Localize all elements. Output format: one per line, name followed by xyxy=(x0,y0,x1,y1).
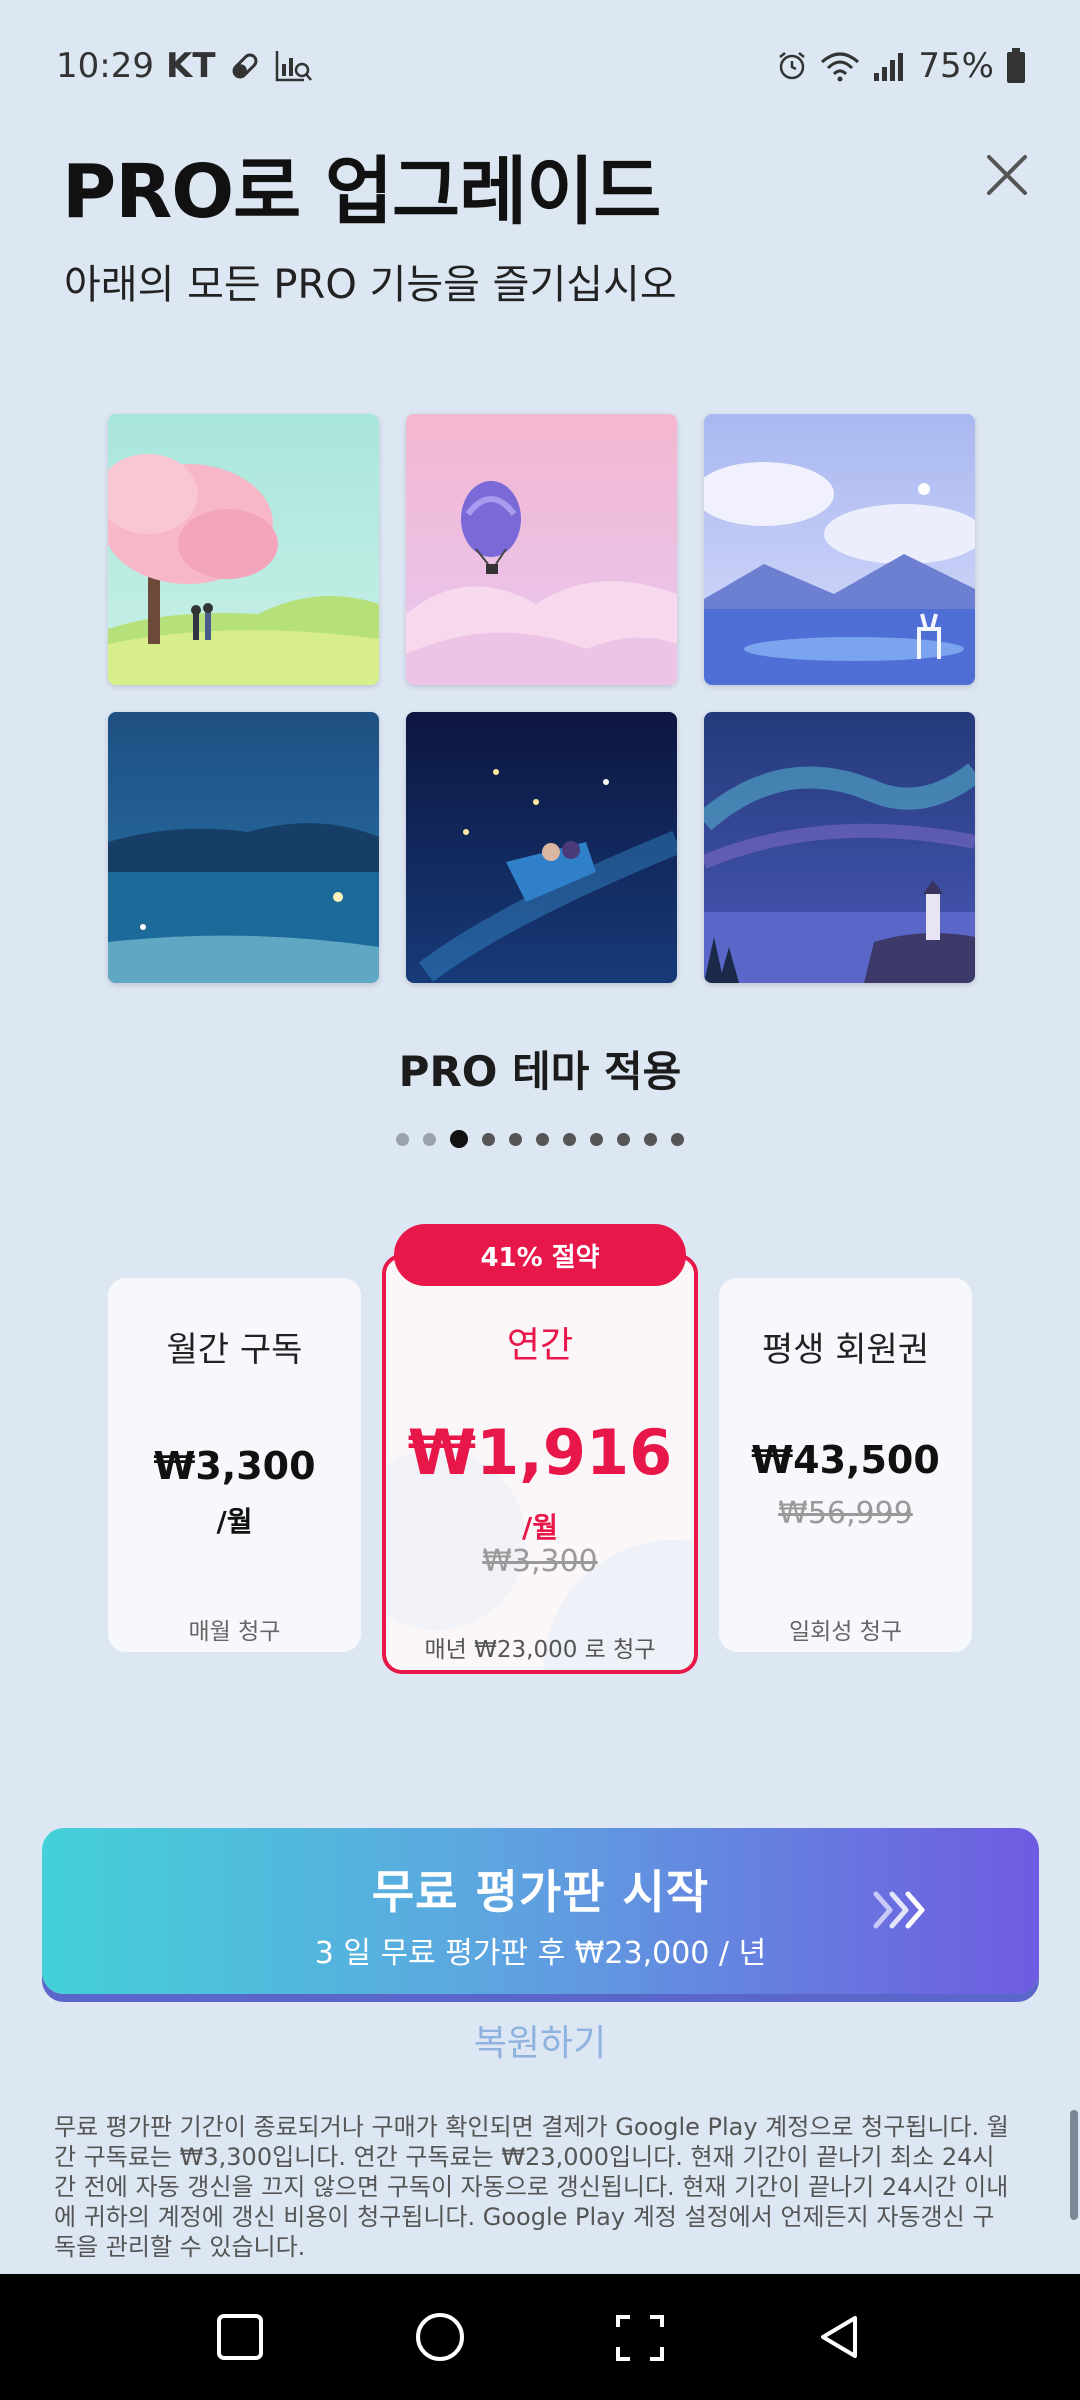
signal-icon xyxy=(872,51,906,81)
crescent-moon-theme[interactable] xyxy=(108,712,379,983)
chevrons-right-icon xyxy=(873,1891,925,1929)
back-button[interactable] xyxy=(800,2297,880,2377)
plan-price: ₩43,500 xyxy=(751,1438,940,1482)
carousel-dot-active[interactable] xyxy=(450,1130,468,1148)
screenshot-button[interactable] xyxy=(600,2297,680,2377)
capture-frame-icon xyxy=(616,2315,664,2361)
page-title: PRO로 업그레이드 xyxy=(62,149,661,235)
carousel-dot[interactable] xyxy=(617,1132,630,1146)
theme-grid xyxy=(108,414,976,983)
status-bar: 10:29 KT 75% xyxy=(0,0,1080,132)
carousel-dot[interactable] xyxy=(563,1132,576,1146)
carousel-dot[interactable] xyxy=(482,1132,495,1146)
plan-name: 월간 구독 xyxy=(166,1330,303,1370)
plan-price: ₩3,300 xyxy=(153,1444,316,1488)
recent-apps-button[interactable] xyxy=(200,2297,280,2377)
pill-icon xyxy=(228,49,262,83)
status-right: 75% xyxy=(776,46,1026,86)
scrollbar-thumb[interactable] xyxy=(1070,2110,1078,2220)
plan-billing-note: 매월 청구 xyxy=(188,1619,281,1645)
plan-original-price: ₩56,999 xyxy=(778,1496,913,1531)
home-button[interactable] xyxy=(400,2297,480,2377)
plan-billing-note: 매년 ₩23,000 로 청구 xyxy=(424,1637,656,1663)
wifi-icon xyxy=(820,50,860,82)
carousel-dot[interactable] xyxy=(644,1132,657,1146)
restore-purchases-link[interactable]: 복원하기 xyxy=(0,2014,1080,2066)
night-boat-theme[interactable] xyxy=(406,712,677,983)
plan-original-price: ₩3,300 xyxy=(482,1544,598,1579)
battery-percent: 75% xyxy=(918,46,994,86)
chart-search-icon xyxy=(274,48,314,84)
aurora-lighthouse-theme[interactable] xyxy=(704,712,975,983)
feature-caption: PRO 테마 적용 xyxy=(398,1047,682,1096)
status-carrier: KT xyxy=(165,46,216,86)
carousel-dot[interactable] xyxy=(536,1132,549,1146)
carousel-dot[interactable] xyxy=(671,1132,684,1146)
plan-monthly-card[interactable]: 월간 구독 ₩3,300 /월 매월 청구 xyxy=(108,1278,361,1652)
status-time: 10:29 xyxy=(56,46,154,86)
close-button[interactable] xyxy=(972,140,1042,210)
plan-name: 평생 회원권 xyxy=(761,1330,930,1370)
plan-name: 연간 xyxy=(506,1325,574,1366)
system-nav-bar xyxy=(0,2274,1080,2400)
back-icon xyxy=(821,2316,857,2358)
carousel-dot[interactable] xyxy=(396,1132,409,1146)
plan-price: ₩1,916 xyxy=(407,1416,673,1489)
plan-unit: /월 xyxy=(216,1505,253,1538)
status-left: 10:29 KT xyxy=(56,46,314,86)
legal-disclaimer: 무료 평가판 기간이 종료되거나 구매가 확인되면 결제가 Google Pla… xyxy=(54,2113,1009,2261)
plan-unit: /월 xyxy=(522,1511,558,1544)
start-free-trial-button[interactable]: 무료 평가판 시작 3 일 무료 평가판 후 ₩23,000 / 년 xyxy=(42,1828,1039,1994)
deer-lake-theme[interactable] xyxy=(704,414,975,685)
save-badge: 41% 절약 xyxy=(394,1224,686,1286)
recent-apps-icon xyxy=(217,2314,263,2360)
battery-icon xyxy=(1006,48,1026,84)
carousel-dot[interactable] xyxy=(423,1132,436,1146)
carousel-dots xyxy=(0,1130,1080,1148)
carousel-dot[interactable] xyxy=(590,1132,603,1146)
cherry-blossom-theme[interactable] xyxy=(108,414,379,685)
hot-air-balloon-theme[interactable] xyxy=(406,414,677,685)
alarm-icon xyxy=(776,50,808,82)
page-subtitle: 아래의 모든 PRO 기능을 즐기십시오 xyxy=(64,262,677,308)
home-icon xyxy=(416,2313,464,2361)
close-icon xyxy=(987,155,1027,195)
carousel-dot[interactable] xyxy=(509,1132,522,1146)
plan-lifetime-card[interactable]: 평생 회원권 ₩43,500 ₩56,999 일회성 청구 xyxy=(719,1278,972,1652)
plan-annual-card[interactable]: 연간 ₩1,916 /월 ₩3,300 매년 ₩23,000 로 청구 xyxy=(382,1254,698,1674)
plan-billing-note: 일회성 청구 xyxy=(788,1619,903,1645)
